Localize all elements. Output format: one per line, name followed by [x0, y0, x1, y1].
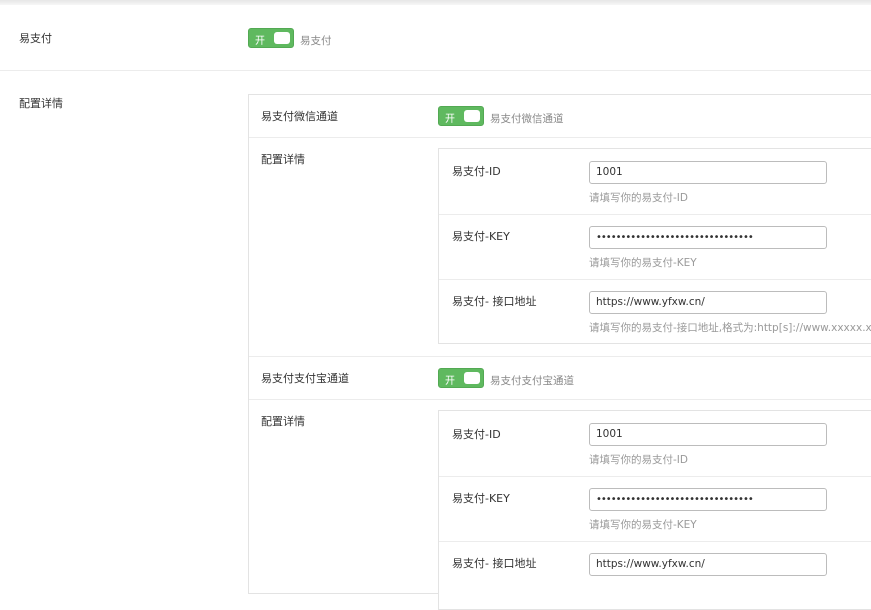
alipay-channel-label: 易支付支付宝通道 [261, 372, 349, 385]
alipay-key-input[interactable]: •••••••••••••••••••••••••••••••• [589, 488, 827, 511]
row-divider [439, 476, 871, 477]
epay-label: 易支付 [19, 32, 52, 45]
epay-toggle-text: 开 [255, 36, 265, 47]
alipay-id-help: 请填写你的易支付-ID [589, 454, 688, 466]
row-divider [249, 356, 871, 357]
top-shadow-bar [0, 0, 871, 5]
wechat-toggle-label: 易支付微信通道 [490, 113, 564, 125]
alipay-id-label: 易支付-ID [452, 428, 501, 441]
wechat-id-input[interactable]: 1001 [589, 161, 827, 184]
wechat-url-help: 请填写你的易支付-接口地址,格式为:http[s]://www.xxxxx.xx… [589, 322, 871, 334]
alipay-toggle-text: 开 [445, 376, 455, 387]
row-divider [249, 399, 871, 400]
wechat-id-label: 易支付-ID [452, 165, 501, 178]
alipay-url-label: 易支付- 接口地址 [452, 557, 537, 570]
wechat-config-label: 配置详情 [261, 153, 305, 166]
config-detail-label: 配置详情 [19, 97, 63, 110]
alipay-url-input[interactable]: https://www.yfxw.cn/ [589, 553, 827, 576]
wechat-url-label: 易支付- 接口地址 [452, 295, 537, 308]
wechat-key-label: 易支付-KEY [452, 230, 510, 243]
toggle-knob [274, 32, 290, 44]
wechat-key-help: 请填写你的易支付-KEY [589, 257, 697, 269]
wechat-key-input[interactable]: •••••••••••••••••••••••••••••••• [589, 226, 827, 249]
alipay-toggle-label: 易支付支付宝通道 [490, 375, 574, 387]
section-divider [0, 70, 871, 71]
alipay-key-help: 请填写你的易支付-KEY [589, 519, 697, 531]
alipay-key-label: 易支付-KEY [452, 492, 510, 505]
row-divider [249, 137, 871, 138]
toggle-knob [464, 372, 480, 384]
epay-toggle[interactable]: 开 [248, 28, 294, 48]
row-divider [439, 279, 871, 280]
toggle-knob [464, 110, 480, 122]
epay-toggle-label: 易支付 [300, 35, 332, 47]
alipay-config-label: 配置详情 [261, 415, 305, 428]
wechat-channel-toggle[interactable]: 开 [438, 106, 484, 126]
row-divider [439, 541, 871, 542]
wechat-id-help: 请填写你的易支付-ID [589, 192, 688, 204]
row-divider [439, 214, 871, 215]
alipay-id-input[interactable]: 1001 [589, 423, 827, 446]
alipay-channel-toggle[interactable]: 开 [438, 368, 484, 388]
wechat-toggle-text: 开 [445, 114, 455, 125]
wechat-channel-label: 易支付微信通道 [261, 110, 338, 123]
wechat-url-input[interactable]: https://www.yfxw.cn/ [589, 291, 827, 314]
